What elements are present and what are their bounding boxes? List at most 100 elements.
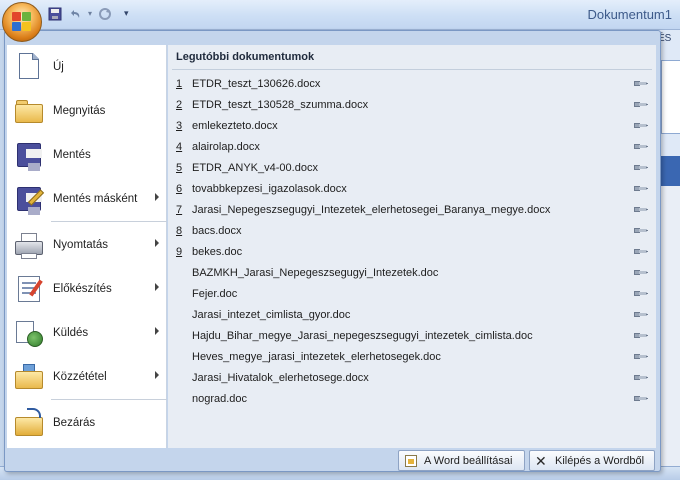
word-options-button[interactable]: A Word beállításai	[398, 450, 525, 471]
options-icon	[404, 454, 418, 468]
recent-document-name: Jarasi_Hivatalok_elerhetosege.docx	[192, 371, 369, 384]
redo-icon[interactable]	[96, 5, 114, 23]
recent-document-number: 8	[176, 224, 183, 237]
menu-item-close[interactable]: Bezárás	[7, 403, 167, 443]
title-bar: ▾ ▾ Dokumentum1	[0, 0, 680, 30]
pin-icon[interactable]	[634, 205, 648, 214]
menu-item-label: Bezárás	[53, 417, 96, 429]
menu-divider	[51, 221, 167, 222]
office-menu: Új Megnyitás Mentés Mentés másként Nyomt…	[4, 30, 661, 472]
recent-document-number: 6	[176, 182, 183, 195]
recent-document-number: 9	[176, 245, 183, 258]
menu-item-publish[interactable]: Közzététel	[7, 357, 167, 397]
recent-document-row[interactable]: Fejer.doc	[168, 283, 656, 304]
office-logo-icon	[12, 12, 32, 32]
exit-word-label: Kilépés a Wordből	[555, 454, 645, 467]
recent-documents-list: 1 ETDR_teszt_130626.docx 2 ETDR_teszt_13052…	[168, 73, 656, 409]
submenu-arrow-icon	[155, 283, 159, 291]
save-icon	[13, 139, 45, 171]
menu-header	[5, 31, 660, 45]
menu-item-label: Új	[53, 61, 64, 73]
recent-document-number: 4	[176, 140, 183, 153]
recent-documents-title: Legutóbbi dokumentumok	[176, 51, 315, 63]
pin-icon[interactable]	[634, 331, 648, 340]
recent-document-name: emlekezteto.docx	[192, 119, 278, 132]
exit-word-button[interactable]: ✕ Kilépés a Wordből	[529, 450, 655, 471]
menu-divider	[51, 399, 167, 400]
pin-icon[interactable]	[634, 394, 648, 403]
pin-icon[interactable]	[634, 247, 648, 256]
close-icon: ✕	[535, 452, 547, 469]
recent-document-row[interactable]: 3 emlekezteto.docx	[168, 115, 656, 136]
pin-icon[interactable]	[634, 184, 648, 193]
open-folder-icon	[13, 95, 45, 127]
word-options-label: A Word beállításai	[424, 454, 513, 467]
recent-document-name: BAZMKH_Jarasi_Nepegeszsegugyi_Intezetek.…	[192, 266, 439, 279]
pin-icon[interactable]	[634, 268, 648, 277]
pin-icon[interactable]	[634, 121, 648, 130]
recent-document-name: ETDR_teszt_130528_szumma.docx	[192, 98, 369, 111]
recent-document-name: Heves_megye_jarasi_intezetek_elerhetoseg…	[192, 350, 441, 363]
recent-document-row[interactable]: Jarasi_intezet_cimlista_gyor.doc	[168, 304, 656, 325]
recent-document-row[interactable]: 9 bekes.doc	[168, 241, 656, 262]
recent-document-number: 5	[176, 161, 183, 174]
pin-icon[interactable]	[634, 310, 648, 319]
pin-icon[interactable]	[634, 163, 648, 172]
menu-item-save-as[interactable]: Mentés másként	[7, 179, 167, 219]
menu-item-label: Mentés	[53, 149, 91, 161]
pin-icon[interactable]	[634, 289, 648, 298]
recent-document-row[interactable]: 8 bacs.docx	[168, 220, 656, 241]
menu-item-label: Előkészítés	[53, 283, 112, 295]
recent-document-row[interactable]: 5 ETDR_ANYK_v4-00.docx	[168, 157, 656, 178]
menu-commands: Új Megnyitás Mentés Mentés másként Nyomt…	[7, 45, 167, 448]
recent-document-name: Fejer.doc	[192, 287, 238, 300]
prepare-icon	[13, 273, 45, 305]
send-icon	[13, 317, 45, 349]
menu-footer: A Word beállításai ✕ Kilépés a Wordből	[7, 449, 657, 471]
recent-document-name: ETDR_ANYK_v4-00.docx	[192, 161, 318, 174]
recent-document-row[interactable]: 2 ETDR_teszt_130528_szumma.docx	[168, 94, 656, 115]
recent-document-row[interactable]: 6 tovabbkepzesi_igazolasok.docx	[168, 178, 656, 199]
menu-item-label: Mentés másként	[53, 193, 138, 205]
menu-item-send[interactable]: Küldés	[7, 313, 167, 353]
recent-document-row[interactable]: BAZMKH_Jarasi_Nepegeszsegugyi_Intezetek.…	[168, 262, 656, 283]
recent-document-row[interactable]: 4 alairolap.docx	[168, 136, 656, 157]
pin-icon[interactable]	[634, 226, 648, 235]
undo-dropdown-icon[interactable]: ▾	[86, 9, 94, 18]
recent-document-row[interactable]: Hajdu_Bihar_megye_Jarasi_nepegeszsegugyi…	[168, 325, 656, 346]
menu-item-prepare[interactable]: Előkészítés	[7, 269, 167, 309]
publish-icon	[13, 361, 45, 393]
undo-icon[interactable]	[66, 5, 84, 23]
recent-document-row[interactable]: 7 Jarasi_Nepegeszsegugyi_Intezetek_elerhe…	[168, 199, 656, 220]
recent-document-row[interactable]: Jarasi_Hivatalok_elerhetosege.docx	[168, 367, 656, 388]
menu-item-new[interactable]: Új	[7, 47, 167, 87]
menu-item-label: Megnyitás	[53, 105, 106, 117]
pin-icon[interactable]	[634, 373, 648, 382]
recent-document-row[interactable]: Heves_megye_jarasi_intezetek_elerhetoseg…	[168, 346, 656, 367]
menu-item-label: Közzététel	[53, 371, 107, 383]
pin-icon[interactable]	[634, 79, 648, 88]
recent-document-row[interactable]: 1 ETDR_teszt_130626.docx	[168, 73, 656, 94]
window-title: Dokumentum1	[587, 7, 672, 22]
background-style-box	[661, 60, 680, 134]
submenu-arrow-icon	[155, 193, 159, 201]
save-icon[interactable]	[46, 5, 64, 23]
quick-access-toolbar: ▾ ▾	[46, 4, 129, 23]
submenu-arrow-icon	[155, 239, 159, 247]
recent-document-row[interactable]: nograd.doc	[168, 388, 656, 409]
menu-item-open[interactable]: Megnyitás	[7, 91, 167, 131]
new-document-icon	[13, 51, 45, 83]
save-as-icon	[13, 183, 45, 215]
pin-icon[interactable]	[634, 100, 648, 109]
submenu-arrow-icon	[155, 371, 159, 379]
customize-qat-icon[interactable]: ▾	[124, 8, 129, 19]
menu-item-label: Küldés	[53, 327, 89, 339]
office-button[interactable]	[2, 2, 42, 42]
recent-document-number: 1	[176, 77, 183, 90]
pin-icon[interactable]	[634, 142, 648, 151]
menu-item-print[interactable]: Nyomtatás	[7, 225, 167, 265]
recent-document-name: bacs.docx	[192, 224, 242, 237]
pin-icon[interactable]	[634, 352, 648, 361]
menu-item-save[interactable]: Mentés	[7, 135, 167, 175]
recent-document-name: Jarasi_Nepegeszsegugyi_Intezetek_elerhet…	[192, 203, 551, 216]
